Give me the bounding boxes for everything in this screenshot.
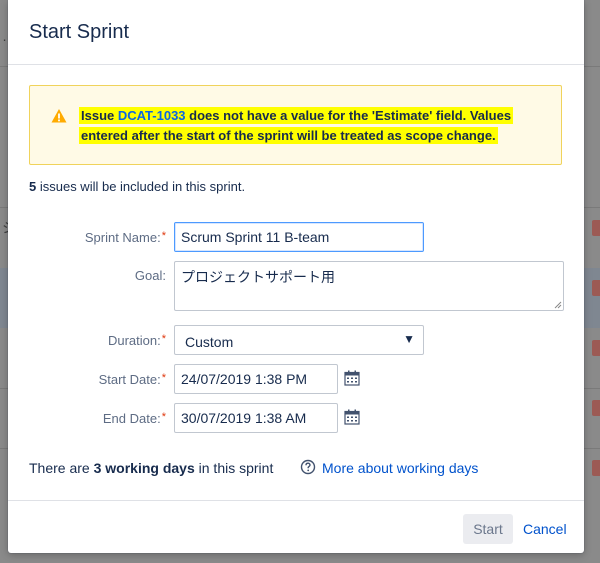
end-date-label: End Date:*: [103, 411, 166, 426]
start-date-label: Start Date:*: [99, 372, 166, 387]
start-date-input[interactable]: [174, 364, 338, 394]
help-icon[interactable]: [300, 459, 316, 475]
duration-label: Duration:*: [108, 333, 166, 348]
goal-textarea[interactable]: プロジェクトサポート用: [174, 261, 564, 311]
issues-summary-text: issues will be included in this sprint.: [36, 179, 246, 194]
warning-icon: [51, 109, 67, 123]
calendar-icon[interactable]: [344, 370, 360, 386]
working-days-help-link[interactable]: More about working days: [322, 460, 478, 476]
calendar-icon[interactable]: [344, 409, 360, 425]
working-days-text: There are 3 working days in this sprint: [29, 460, 273, 476]
required-marker: *: [161, 230, 166, 242]
end-date-label-text: End Date:: [102, 411, 161, 426]
issue-key-link[interactable]: DCAT-1033: [118, 108, 186, 123]
end-date-input[interactable]: [174, 403, 338, 433]
warning-prefix: Issue: [81, 108, 118, 123]
estimate-warning: Issue DCAT-1033 does not have a value fo…: [29, 85, 562, 165]
dialog-footer: Start Cancel: [8, 500, 584, 554]
working-days-count: 3 working days: [93, 460, 195, 476]
sprint-name-label: Sprint Name:*: [85, 230, 166, 245]
working-days-suffix: in this sprint: [194, 460, 274, 476]
goal-label-text: Goal:: [134, 268, 166, 283]
cancel-button[interactable]: Cancel: [523, 521, 567, 537]
working-days-prefix: There are: [29, 460, 94, 476]
warning-line-1: Issue DCAT-1033 does not have a value fo…: [79, 107, 514, 124]
required-marker: *: [161, 411, 166, 423]
warning-message: Issue DCAT-1033 does not have a value fo…: [79, 106, 549, 146]
sprint-name-label-text: Sprint Name:: [84, 230, 161, 245]
sprint-name-input[interactable]: [174, 222, 424, 252]
goal-label: Goal:: [135, 268, 166, 283]
duration-select[interactable]: Custom ▼: [174, 325, 424, 355]
resize-grip-icon[interactable]: [554, 301, 562, 309]
background-tag: [592, 220, 600, 236]
start-button[interactable]: Start: [463, 514, 513, 544]
chevron-down-icon: ▼: [403, 332, 415, 346]
duration-selected-value: Custom: [185, 334, 234, 350]
background-tag: [592, 400, 600, 416]
warning-line-2: entered after the start of the sprint wi…: [79, 127, 498, 144]
goal-field-wrap: プロジェクトサポート用: [174, 261, 564, 311]
background-tag: [592, 280, 600, 296]
required-marker: *: [161, 333, 166, 345]
warning-line-1-rest: does not have a value for the 'Estimate'…: [185, 108, 512, 123]
duration-label-text: Duration:: [107, 333, 161, 348]
background-tag: [592, 460, 600, 476]
dialog-title: Start Sprint: [29, 21, 130, 43]
required-marker: *: [161, 372, 166, 384]
issues-summary: 5 issues will be included in this sprint…: [29, 179, 245, 194]
dialog-header: Start Sprint: [8, 0, 584, 65]
start-sprint-dialog: Start Sprint Issue DCAT-1033 does not ha…: [8, 0, 584, 553]
background-tag: [592, 340, 600, 356]
start-date-label-text: Start Date:: [98, 372, 161, 387]
